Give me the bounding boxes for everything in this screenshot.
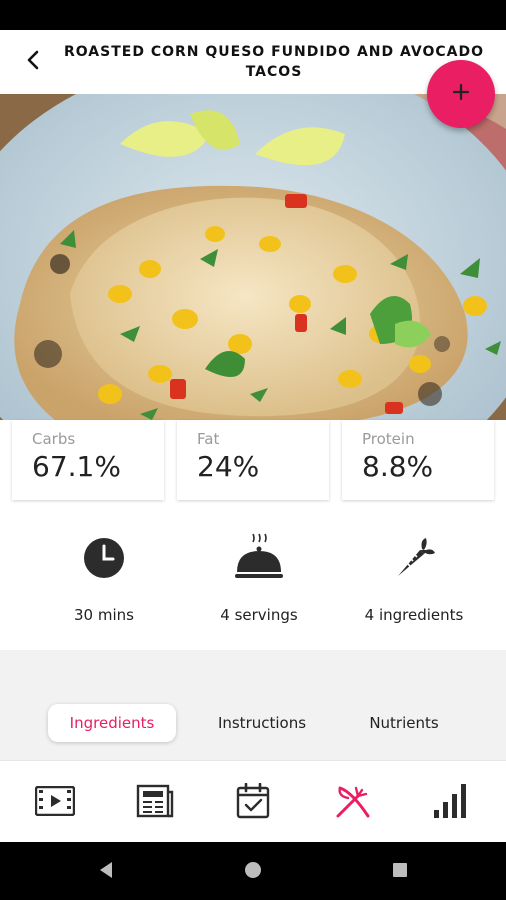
bottom-navigation xyxy=(0,760,506,843)
tab-ingredients[interactable]: Ingredients xyxy=(48,704,176,742)
macros-row: Carbs 67.1% Fat 24% Protein 8.8% xyxy=(0,420,506,516)
macro-value: 67.1% xyxy=(32,450,121,483)
triangle-back-icon xyxy=(96,860,116,884)
serving-cloche-icon xyxy=(233,532,285,588)
stat-label: 30 mins xyxy=(74,606,134,624)
add-button[interactable] xyxy=(427,60,495,128)
stat-label: 4 servings xyxy=(220,606,298,624)
nav-articles[interactable] xyxy=(125,781,185,825)
nav-meal-plan[interactable] xyxy=(223,781,283,825)
nav-stats[interactable] xyxy=(422,781,482,825)
video-icon xyxy=(34,785,76,820)
macro-value: 24% xyxy=(197,450,260,483)
recipe-photo xyxy=(0,94,506,430)
macro-card-protein: Protein 8.8% xyxy=(342,420,494,500)
content-tabs: Ingredients Instructions Nutrients xyxy=(0,650,506,760)
newspaper-icon xyxy=(136,784,174,822)
calendar-check-icon xyxy=(236,782,270,823)
page-title: ROASTED CORN QUESO FUNDIDO AND AVOCADO T… xyxy=(64,44,484,80)
macro-label: Carbs xyxy=(32,430,76,448)
nav-recipes[interactable] xyxy=(323,781,383,825)
tab-nutrients[interactable]: Nutrients xyxy=(352,704,456,742)
clock-icon xyxy=(82,536,126,584)
stat-ingredients: 4 ingredients xyxy=(339,530,489,624)
square-recents-icon xyxy=(390,860,410,884)
recipe-stats: 30 mins 4 servings 4 ingredients xyxy=(0,516,506,650)
macro-label: Protein xyxy=(362,430,415,448)
macro-card-carbs: Carbs 67.1% xyxy=(12,420,164,500)
stat-label: 4 ingredients xyxy=(364,606,464,624)
stat-servings: 4 servings xyxy=(184,530,334,624)
nav-video[interactable] xyxy=(25,781,85,825)
status-bar xyxy=(0,0,506,30)
macro-value: 8.8% xyxy=(362,450,434,483)
tab-instructions[interactable]: Instructions xyxy=(200,704,324,742)
macro-label: Fat xyxy=(197,430,220,448)
plus-icon xyxy=(450,81,472,107)
back-button[interactable] xyxy=(14,46,54,78)
system-back-button[interactable] xyxy=(92,858,120,886)
system-navigation-bar xyxy=(0,842,506,900)
bar-chart-icon xyxy=(432,782,472,824)
stat-time: 30 mins xyxy=(29,530,179,624)
fork-knife-icon xyxy=(334,782,372,824)
back-arrow-icon xyxy=(23,49,45,75)
circle-home-icon xyxy=(243,860,263,884)
system-recents-button[interactable] xyxy=(386,858,414,886)
system-home-button[interactable] xyxy=(239,858,267,886)
macro-card-fat: Fat 24% xyxy=(177,420,329,500)
carrot-icon xyxy=(392,536,436,584)
